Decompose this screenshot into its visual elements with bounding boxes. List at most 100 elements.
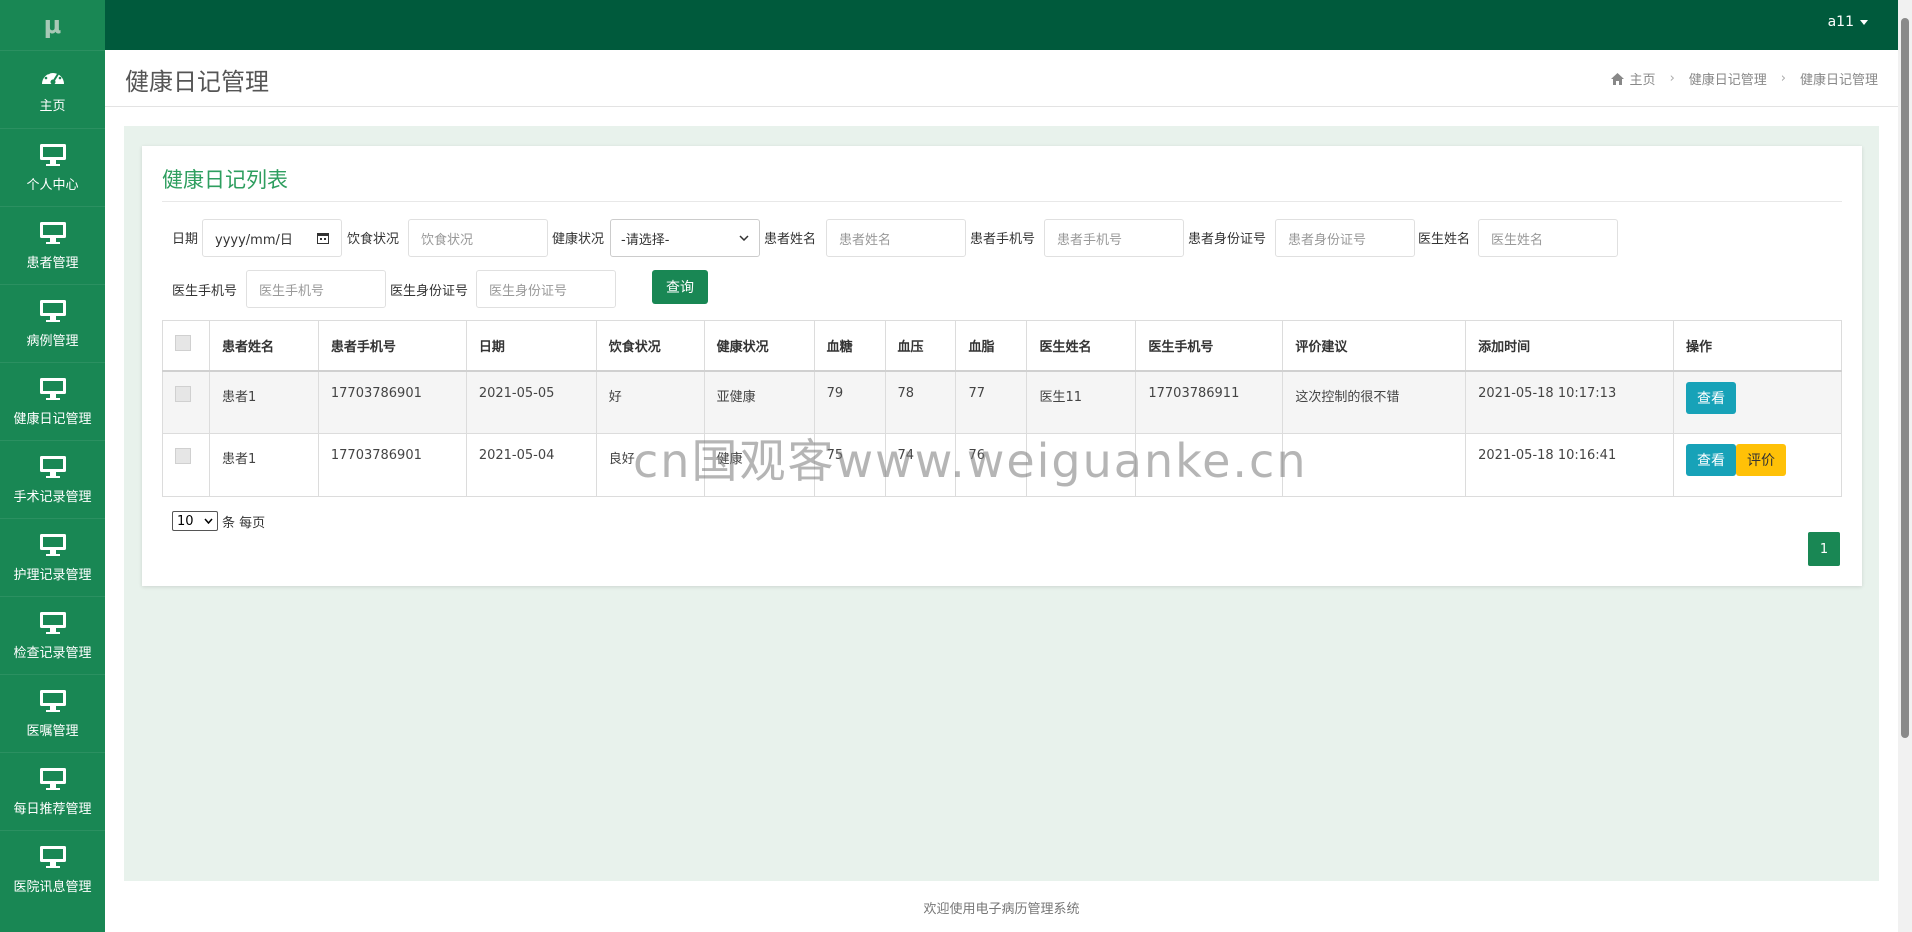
column-header[interactable]: 血糖 bbox=[813, 320, 886, 372]
date-placeholder: yyyy/mm/日 bbox=[215, 232, 293, 248]
cell-patient: 患者1 bbox=[208, 370, 319, 434]
cell-date: 2021-05-05 bbox=[465, 370, 597, 434]
view-button[interactable]: 查看 bbox=[1685, 381, 1736, 414]
monitor-icon bbox=[39, 377, 66, 400]
column-header[interactable]: 患者姓名 bbox=[208, 320, 319, 372]
sidebar: μ 主页 个人中心 患者管理 病例管理 健康日记管理 手术记录管理 护理记录管理… bbox=[0, 0, 105, 932]
sidebar-item-patients[interactable]: 患者管理 bbox=[0, 206, 105, 284]
cell-phone: 17703786901 bbox=[317, 433, 467, 497]
row-checkbox[interactable] bbox=[175, 448, 191, 464]
monitor-icon bbox=[39, 767, 66, 790]
view-button[interactable]: 查看 bbox=[1685, 444, 1736, 476]
sidebar-item-label: 健康日记管理 bbox=[13, 411, 92, 427]
sidebar-item-label: 每日推荐管理 bbox=[13, 801, 92, 817]
sidebar-item-health-diary[interactable]: 健康日记管理 bbox=[0, 362, 105, 440]
sidebar-item-label: 护理记录管理 bbox=[13, 567, 92, 583]
page-size-suffix: 条 每页 bbox=[222, 515, 266, 531]
page-scrollbar[interactable] bbox=[1898, 0, 1912, 932]
sidebar-item-label: 手术记录管理 bbox=[13, 489, 92, 505]
cell-actions: 查看 评价 bbox=[1672, 433, 1843, 497]
sidebar-item-orders[interactable]: 医嘱管理 bbox=[0, 674, 105, 752]
patient-phone-label: 患者手机号 bbox=[970, 232, 1036, 247]
patient-name-label: 患者姓名 bbox=[764, 232, 817, 247]
sidebar-item-daily-recommend[interactable]: 每日推荐管理 bbox=[0, 752, 105, 830]
column-header[interactable]: 日期 bbox=[465, 320, 597, 372]
patient-phone-input[interactable]: 患者手机号 bbox=[1044, 219, 1184, 257]
query-button[interactable]: 查询 bbox=[652, 270, 708, 304]
select-all-checkbox[interactable] bbox=[175, 335, 191, 352]
chevron-down-icon bbox=[739, 235, 749, 241]
table-header-row: 患者姓名 患者手机号 日期 饮食状况 健康状况 血糖 血压 血脂 医生姓名 医生… bbox=[162, 320, 1843, 372]
content-area: 健康日记列表 日期 yyyy/mm/日 饮食状况 饮食状况 健康状况 -请选择-… bbox=[124, 126, 1879, 881]
page-header: 健康日记管理 主页 › 健康日记管理 › 健康日记管理 bbox=[105, 50, 1898, 107]
sidebar-item-hospital-news[interactable]: 医院讯息管理 bbox=[0, 830, 105, 908]
monitor-icon bbox=[39, 689, 66, 712]
evaluate-button[interactable]: 评价 bbox=[1735, 444, 1786, 476]
health-select[interactable]: -请选择- bbox=[610, 219, 760, 257]
date-input[interactable]: yyyy/mm/日 bbox=[202, 219, 342, 257]
sidebar-item-personal-center[interactable]: 个人中心 bbox=[0, 128, 105, 206]
sidebar-item-label: 患者管理 bbox=[26, 255, 79, 271]
sidebar-item-label: 医嘱管理 bbox=[26, 723, 79, 739]
sidebar-item-surgery[interactable]: 手术记录管理 bbox=[0, 440, 105, 518]
row-checkbox[interactable] bbox=[175, 385, 191, 402]
sidebar-item-label: 主页 bbox=[39, 98, 66, 114]
column-header[interactable]: 添加时间 bbox=[1465, 320, 1674, 372]
page-size-select[interactable]: 10 bbox=[172, 511, 218, 531]
app-logo[interactable]: μ bbox=[0, 0, 105, 50]
cell-comment: 这次控制的很不错 bbox=[1282, 370, 1467, 434]
patient-id-label: 患者身份证号 bbox=[1188, 232, 1267, 247]
sidebar-item-label: 检查记录管理 bbox=[13, 645, 92, 661]
monitor-icon bbox=[39, 455, 66, 478]
chevron-right-icon: › bbox=[1780, 71, 1786, 86]
cell-date: 2021-05-04 bbox=[465, 433, 597, 497]
doctor-phone-label: 医生手机号 bbox=[172, 284, 238, 299]
monitor-icon bbox=[39, 221, 66, 244]
column-header: 操作 bbox=[1672, 320, 1843, 372]
sidebar-item-cases[interactable]: 病例管理 bbox=[0, 284, 105, 362]
column-header[interactable]: 饮食状况 bbox=[595, 320, 705, 372]
column-header[interactable]: 患者手机号 bbox=[317, 320, 467, 372]
doctor-id-label: 医生身份证号 bbox=[390, 284, 469, 299]
health-select-value: -请选择- bbox=[621, 232, 670, 248]
patient-name-input[interactable]: 患者姓名 bbox=[826, 219, 966, 257]
list-panel: 健康日记列表 日期 yyyy/mm/日 饮食状况 饮食状况 健康状况 -请选择-… bbox=[142, 146, 1862, 586]
watermark: cn国观客www.weiguanke.cn bbox=[633, 434, 1308, 488]
sidebar-item-home[interactable]: 主页 bbox=[0, 50, 105, 128]
page-title: 健康日记管理 bbox=[125, 68, 269, 96]
chevron-right-icon: › bbox=[1669, 71, 1675, 86]
page-button-current[interactable]: 1 bbox=[1808, 532, 1840, 566]
doctor-id-input[interactable]: 医生身份证号 bbox=[476, 270, 616, 308]
breadcrumb-current: 健康日记管理 bbox=[1799, 73, 1878, 88]
health-label: 健康状况 bbox=[552, 232, 605, 247]
doctor-name-input[interactable]: 医生姓名 bbox=[1478, 219, 1618, 257]
column-header[interactable]: 评价建议 bbox=[1282, 320, 1467, 372]
breadcrumb-home[interactable]: 主页 bbox=[1630, 69, 1656, 88]
monitor-icon bbox=[39, 533, 66, 556]
column-header[interactable]: 医生姓名 bbox=[1026, 320, 1137, 372]
breadcrumb-item[interactable]: 健康日记管理 bbox=[1689, 69, 1767, 88]
panel-title: 健康日记列表 bbox=[162, 168, 288, 192]
scrollbar-thumb[interactable] bbox=[1901, 18, 1909, 738]
sidebar-item-label: 医院讯息管理 bbox=[13, 879, 92, 895]
sidebar-item-nursing[interactable]: 护理记录管理 bbox=[0, 518, 105, 596]
cell-patient: 患者1 bbox=[208, 433, 319, 497]
row-select-cell bbox=[162, 370, 210, 434]
column-header[interactable]: 血压 bbox=[884, 320, 957, 372]
diet-input[interactable]: 饮食状况 bbox=[408, 219, 548, 257]
page-size-control: 10 条 每页 bbox=[172, 511, 265, 531]
cell-actions: 查看 bbox=[1672, 370, 1843, 434]
user-menu[interactable]: a11 bbox=[1828, 14, 1868, 30]
sidebar-item-examination[interactable]: 检查记录管理 bbox=[0, 596, 105, 674]
column-header[interactable]: 血脂 bbox=[955, 320, 1028, 372]
home-icon bbox=[1610, 72, 1624, 85]
patient-id-input[interactable]: 患者身份证号 bbox=[1275, 219, 1415, 257]
cell-phone: 17703786901 bbox=[317, 370, 467, 434]
sidebar-item-label: 病例管理 bbox=[26, 333, 79, 349]
user-name: a11 bbox=[1827, 14, 1854, 30]
column-header[interactable]: 健康状况 bbox=[703, 320, 815, 372]
column-header[interactable]: 医生手机号 bbox=[1135, 320, 1284, 372]
doctor-name-label: 医生姓名 bbox=[1418, 232, 1471, 247]
monitor-icon bbox=[39, 143, 66, 166]
doctor-phone-input[interactable]: 医生手机号 bbox=[246, 270, 386, 308]
